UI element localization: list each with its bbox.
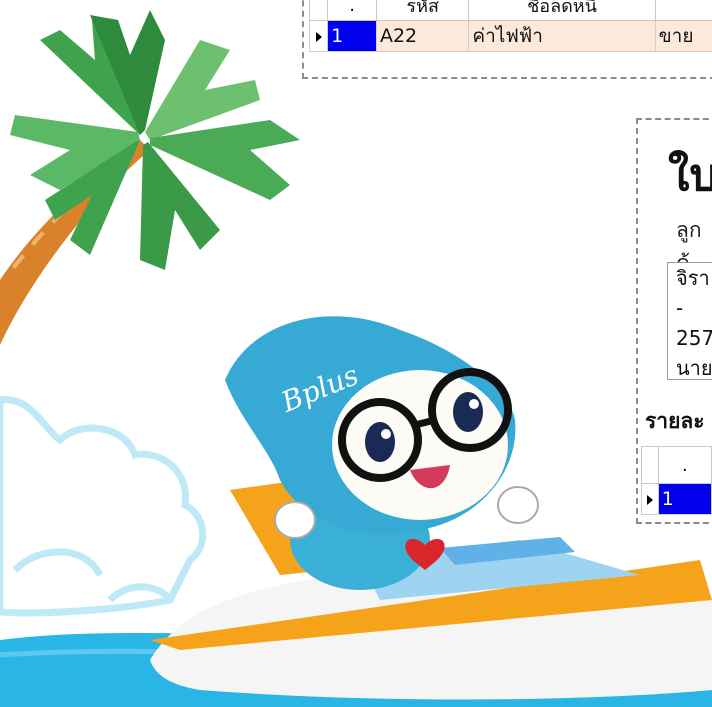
cloud-shape xyxy=(0,396,207,617)
col-header-code[interactable]: รหัส xyxy=(375,0,470,21)
table-row[interactable]: 1 xyxy=(641,483,712,515)
row-indicator[interactable] xyxy=(308,20,329,52)
address-line: - xyxy=(676,296,684,320)
col-header-type[interactable] xyxy=(654,0,712,21)
cell-no[interactable]: 1 xyxy=(327,20,377,52)
document-title: ใบ xyxy=(668,150,712,201)
detail-grid: . 1 xyxy=(641,446,712,515)
col-header-no[interactable]: . xyxy=(657,446,712,484)
row-header-corner xyxy=(641,446,659,484)
address-line: 257 xyxy=(676,326,712,350)
credit-note-grid: . รหัส ชื่อลดหนี้ 1 A22 ค่าไฟฟ้า ขาย xyxy=(308,0,712,52)
credit-note-grid-panel: . รหัส ชื่อลดหนี้ 1 A22 ค่าไฟฟ้า ขาย xyxy=(302,0,712,79)
row-indicator[interactable] xyxy=(641,483,659,515)
cell-type[interactable]: ขาย xyxy=(654,20,712,52)
cell-name[interactable]: ค่าไฟฟ้า xyxy=(468,20,656,52)
cell-no[interactable]: 1 xyxy=(657,483,712,515)
row-pointer-icon xyxy=(646,495,653,505)
address-line: นาย xyxy=(676,356,712,380)
row-header-corner xyxy=(308,0,329,21)
col-header-name[interactable]: ชื่อลดหนี้ xyxy=(468,0,656,21)
table-row[interactable]: 1 A22 ค่าไฟฟ้า ขาย xyxy=(308,20,712,52)
address-line: จิรา xyxy=(676,266,710,290)
grid-header-row: . รหัส ชื่อลดหนี้ xyxy=(308,0,712,21)
customer-address-field[interactable]: จิรา - 257 นาย xyxy=(667,262,712,380)
row-pointer-icon xyxy=(315,32,322,42)
detail-section-label: รายละ xyxy=(645,409,705,433)
cell-code[interactable]: A22 xyxy=(375,20,470,52)
grid-header-row: . xyxy=(641,446,712,484)
col-header-no[interactable]: . xyxy=(327,0,377,21)
mascot-illustration xyxy=(0,10,712,707)
